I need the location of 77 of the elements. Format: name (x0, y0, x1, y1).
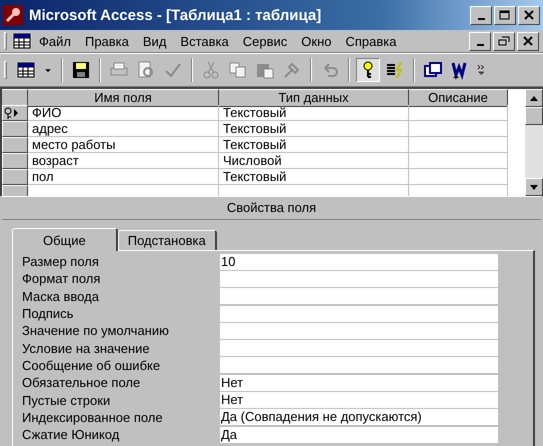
minimize-icon (478, 18, 484, 20)
restore-button[interactable] (493, 32, 515, 50)
menu-item[interactable]: Сервис (236, 34, 294, 48)
menu-item[interactable]: Правка (78, 34, 135, 48)
close-button[interactable] (517, 32, 539, 50)
table-cell: Текстовый (219, 169, 409, 185)
view-icon[interactable] (16, 60, 36, 80)
close-button[interactable] (518, 6, 540, 24)
scroll-up-button[interactable] (525, 89, 543, 107)
property-field[interactable] (220, 357, 498, 374)
column-header: Описание (409, 89, 508, 107)
property-label: Значение по умолчанию (22, 323, 170, 338)
row-selector[interactable] (2, 105, 28, 121)
column-header: Имя поля (28, 89, 219, 107)
up-arrow-icon (530, 96, 538, 100)
tab[interactable]: Подстановка (118, 230, 217, 250)
newobject-icon[interactable] (423, 60, 443, 80)
scroll-down-button[interactable] (525, 178, 543, 196)
down-arrow-icon (530, 184, 538, 190)
table-cell: возраст (28, 153, 219, 169)
column-header: Тип данных (219, 89, 409, 107)
close-icon (523, 10, 535, 20)
menu-item[interactable]: Вставка (174, 34, 235, 48)
property-label: Пустые строки (22, 392, 112, 408)
property-label: Условие на значение (22, 340, 151, 356)
minimize-button[interactable] (470, 6, 492, 24)
close-icon (522, 36, 534, 46)
indexes-icon[interactable] (385, 60, 405, 80)
section-title: Свойства поля (2, 196, 541, 220)
property-field[interactable]: Нет (220, 392, 498, 408)
property-label: Подпись (22, 306, 74, 322)
property-label: Формат поля (22, 271, 102, 286)
menu-item[interactable]: Справка (340, 34, 402, 48)
table-cell: ФИО (28, 105, 219, 121)
table-cell: пол (28, 169, 219, 185)
maximize-button[interactable] (494, 6, 516, 24)
table-cell: Текстовый (219, 105, 409, 121)
menu-item[interactable]: Вид (136, 34, 172, 48)
row-selector[interactable] (2, 169, 28, 185)
minimize-button[interactable] (469, 32, 491, 50)
property-field[interactable] (220, 288, 498, 304)
property-label: Индексированное поле (22, 410, 164, 425)
property-field[interactable] (220, 306, 498, 322)
maximize-icon (499, 10, 511, 20)
property-field[interactable]: Да (Совпадения не допускаются) (220, 409, 498, 426)
tab[interactable]: Общие (12, 228, 118, 251)
property-label: Обязательное поле (22, 375, 142, 390)
table-icon[interactable] (13, 33, 31, 49)
table-cell: место работы (28, 137, 219, 153)
row-selector[interactable] (2, 137, 28, 153)
scroll-thumb[interactable] (525, 107, 543, 125)
property-field[interactable] (220, 340, 498, 356)
scrollbar[interactable] (525, 89, 543, 196)
property-field[interactable]: Да (220, 426, 498, 443)
property-field[interactable] (220, 270, 498, 287)
table-cell: Текстовый (219, 137, 409, 153)
property-field[interactable]: Нет (220, 374, 498, 391)
property-field[interactable]: 10 (220, 254, 498, 270)
key-icon (3, 5, 23, 25)
property-label: Сообщение об ошибке (22, 358, 162, 373)
property-field[interactable] (220, 322, 498, 339)
row-pointer-icon (13, 108, 19, 118)
property-label: Маска ввода (22, 288, 100, 304)
property-label: Сжатие Юникод (22, 427, 120, 442)
table-cell: Текстовый (219, 121, 409, 137)
window-title: Microsoft Access - [Таблица1 : таблица] (29, 6, 322, 24)
row-selector[interactable] (2, 153, 28, 169)
table-cell: адрес (28, 121, 219, 137)
menu-item[interactable]: Окно (295, 34, 338, 48)
key-icon (3, 107, 13, 119)
table-cell: Числовой (219, 153, 409, 169)
restore-icon (498, 36, 510, 46)
menu-item[interactable]: Файл (33, 34, 77, 48)
minimize-icon (476, 44, 484, 46)
row-selector[interactable] (2, 121, 28, 137)
save-icon[interactable] (71, 60, 91, 80)
property-label: Размер поля (22, 254, 100, 270)
